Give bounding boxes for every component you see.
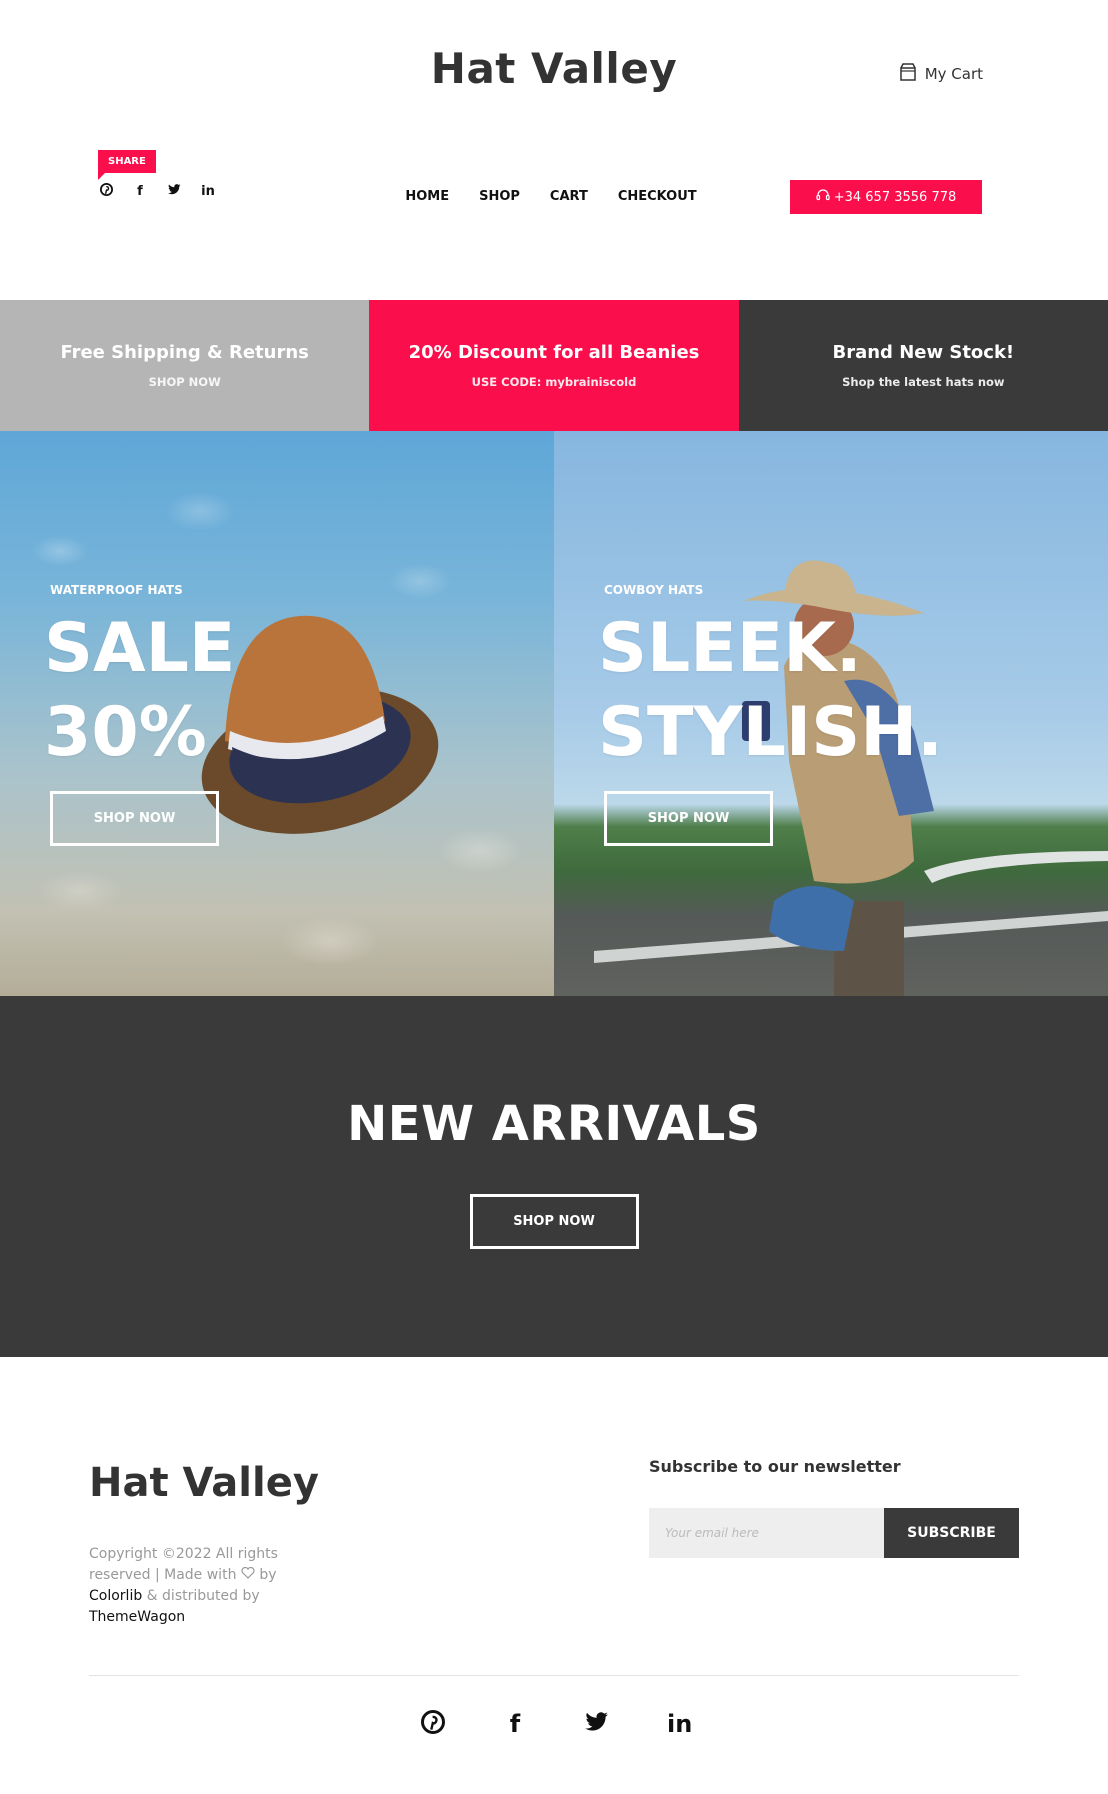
promo-strip: Free Shipping & Returns SHOP NOW 20% Dis…	[0, 300, 1108, 431]
banner-headline: SLEEK. STYLISH.	[598, 607, 943, 775]
promo-discount[interactable]: 20% Discount for all Beanies USE CODE: m…	[369, 300, 739, 431]
linkedin-icon[interactable]: in	[667, 1710, 692, 1740]
promo-title: Brand New Stock!	[832, 342, 1015, 363]
twitter-icon[interactable]	[585, 1710, 609, 1740]
banner-headline-line2: STYLISH.	[598, 693, 943, 772]
banner-category: COWBOY HATS	[604, 583, 704, 597]
new-arrivals-section: NEW ARRIVALS SHOP NOW	[0, 996, 1108, 1357]
promo-subtitle: USE CODE: mybrainiscold	[471, 375, 637, 389]
promo-title: Free Shipping & Returns	[60, 342, 309, 363]
subscribe-button[interactable]: SUBSCRIBE	[884, 1508, 1019, 1558]
banner-shop-now-button[interactable]: SHOP NOW	[50, 791, 219, 846]
phone-number: +34 657 3556 778	[833, 189, 957, 205]
banner-shop-now-button[interactable]: SHOP NOW	[604, 791, 773, 846]
headset-icon	[816, 188, 830, 206]
copyright-text: Copyright ©2022 All rights reserved | Ma…	[89, 1544, 289, 1628]
footer-logo[interactable]: Hat Valley	[89, 1460, 319, 1506]
footer-divider	[89, 1675, 1019, 1676]
share-label: SHARE	[98, 150, 156, 180]
promo-subtitle: SHOP NOW	[148, 375, 221, 389]
promo-subtitle: Shop the latest hats now	[842, 375, 1005, 389]
heart-icon	[241, 1566, 255, 1583]
newsletter-email-input[interactable]	[649, 1508, 884, 1558]
banner-headline-line2: 30%	[44, 693, 207, 772]
pinterest-icon[interactable]	[421, 1710, 445, 1740]
facebook-icon[interactable]: f	[503, 1710, 527, 1740]
footer-social-links: f in	[0, 1710, 1108, 1740]
banner-headline: SALE 30%	[44, 607, 235, 775]
banner-category: WATERPROOF HATS	[50, 583, 183, 597]
nav-checkout[interactable]: CHECKOUT	[618, 189, 697, 204]
banner-headline-line1: SLEEK.	[598, 609, 862, 688]
banner-cowboy-hats[interactable]: COWBOY HATS SLEEK. STYLISH. SHOP NOW	[554, 431, 1108, 996]
banner-waterproof-hats[interactable]: WATERPROOF HATS SALE 30% SHOP NOW	[0, 431, 554, 996]
new-arrivals-shop-now-button[interactable]: SHOP NOW	[469, 1194, 639, 1249]
promo-title: 20% Discount for all Beanies	[408, 342, 700, 363]
nav-cart[interactable]: CART	[550, 189, 588, 204]
my-cart-link[interactable]: My Cart	[899, 62, 983, 86]
nav-home[interactable]: HOME	[405, 189, 449, 204]
hero-banners: WATERPROOF HATS SALE 30% SHOP NOW COWBOY…	[0, 431, 1108, 996]
shopping-bag-icon	[899, 62, 917, 86]
nav-shop[interactable]: SHOP	[479, 189, 520, 204]
copyright-by: by	[259, 1567, 277, 1583]
my-cart-label: My Cart	[924, 65, 983, 83]
promo-free-shipping[interactable]: Free Shipping & Returns SHOP NOW	[0, 300, 370, 431]
newsletter-title: Subscribe to our newsletter	[649, 1457, 901, 1476]
phone-button[interactable]: +34 657 3556 778	[790, 180, 982, 214]
distributed-text: & distributed by	[146, 1588, 260, 1604]
promo-new-stock[interactable]: Brand New Stock! Shop the latest hats no…	[738, 300, 1108, 431]
banner-headline-line1: SALE	[44, 609, 236, 688]
themewagon-link[interactable]: ThemeWagon	[89, 1609, 185, 1625]
new-arrivals-title: NEW ARRIVALS	[347, 1096, 761, 1152]
colorlib-link[interactable]: Colorlib	[89, 1588, 142, 1604]
